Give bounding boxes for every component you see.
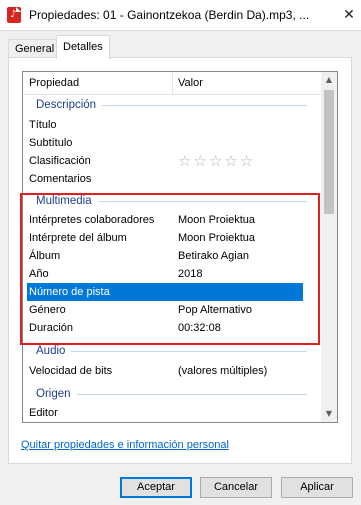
group-divider <box>36 394 307 395</box>
tab-general[interactable]: General <box>8 39 62 58</box>
property-value[interactable]: 00:32:08 <box>178 319 221 337</box>
list-item[interactable]: Intérpretes colaboradores Moon Proiektua <box>23 211 323 229</box>
list-item[interactable]: Álbum Betirako Agian <box>23 247 323 265</box>
property-name: Año <box>29 268 49 280</box>
list-item[interactable]: Intérprete del álbum Moon Proiektua <box>23 229 323 247</box>
list-item-selected[interactable]: Número de pista <box>27 283 303 301</box>
property-name: Título <box>29 119 57 131</box>
scroll-thumb[interactable] <box>324 90 334 214</box>
audio-file-icon: ♪ <box>7 7 21 23</box>
window-title: Propiedades: 01 - Gainontzekoa (Berdin D… <box>29 8 310 22</box>
property-value[interactable]: Betirako Agian <box>178 247 249 265</box>
property-value[interactable]: 2018 <box>178 265 202 283</box>
list-item[interactable]: Clasificación ☆☆☆☆☆ <box>23 152 323 170</box>
property-name: Velocidad de bits <box>29 365 113 377</box>
property-name: Intérprete del álbum <box>29 232 127 244</box>
property-name: Género <box>29 304 66 316</box>
rating-stars[interactable]: ☆☆☆☆☆ <box>178 152 255 170</box>
scroll-down-icon[interactable]: ▼ <box>321 406 337 422</box>
property-value[interactable]: (valores múltiples) <box>178 362 267 380</box>
property-name: Clasificación <box>29 155 91 167</box>
property-value[interactable]: Moon Proiektua <box>178 229 255 247</box>
property-name: Subtítulo <box>29 137 73 149</box>
cancelar-button[interactable]: Cancelar <box>200 477 272 498</box>
group-descripcion[interactable]: Descripción <box>23 96 323 114</box>
properties-list[interactable]: Propiedad Valor Descripción Título Subtí… <box>22 71 338 423</box>
group-label: Audio <box>36 342 72 360</box>
list-item[interactable]: Velocidad de bits (valores múltiples) <box>23 362 323 380</box>
group-multimedia[interactable]: Multimedia <box>23 192 323 210</box>
property-name: Número de pista <box>29 286 110 298</box>
list-item[interactable]: Subtítulo <box>23 134 323 152</box>
properties-window: ♪ Propiedades: 01 - Gainontzekoa (Berdin… <box>0 0 361 505</box>
property-value[interactable]: Pop Alternativo <box>178 301 252 319</box>
property-name: Editor <box>29 407 58 419</box>
tab-detalles[interactable]: Detalles <box>56 35 110 59</box>
list-item[interactable]: Editor <box>23 404 323 422</box>
list-item[interactable]: Género Pop Alternativo <box>23 301 323 319</box>
property-name: Álbum <box>29 250 61 262</box>
property-name: Comentarios <box>29 173 92 185</box>
title-bar[interactable]: ♪ Propiedades: 01 - Gainontzekoa (Berdin… <box>0 0 361 31</box>
group-divider <box>36 351 307 352</box>
group-origen[interactable]: Origen <box>23 385 323 403</box>
scroll-up-icon[interactable]: ▲ <box>321 72 337 88</box>
remove-properties-link[interactable]: Quitar propiedades e información persona… <box>21 439 229 451</box>
list-item[interactable]: Título <box>23 116 323 134</box>
list-item[interactable]: Comentarios <box>23 170 323 188</box>
list-item[interactable]: Año 2018 <box>23 265 323 283</box>
property-value[interactable]: Moon Proiektua <box>178 211 255 229</box>
group-label: Multimedia <box>36 192 98 210</box>
column-header-value[interactable]: Valor <box>178 77 203 89</box>
group-label: Descripción <box>36 96 103 114</box>
group-audio[interactable]: Audio <box>23 342 323 360</box>
aplicar-button[interactable]: Aplicar <box>281 477 353 498</box>
group-label: Origen <box>36 385 77 403</box>
list-item[interactable]: Duración 00:32:08 <box>23 319 323 337</box>
property-name: Duración <box>29 322 74 334</box>
property-name: Intérpretes colaboradores <box>29 214 155 226</box>
aceptar-button[interactable]: Aceptar <box>120 477 192 498</box>
close-button[interactable]: ✕ <box>337 0 361 30</box>
column-header-property[interactable]: Propiedad <box>29 77 79 89</box>
column-divider[interactable] <box>172 72 173 94</box>
vertical-scrollbar[interactable]: ▲ ▼ <box>321 72 337 422</box>
list-header: Propiedad Valor <box>23 72 323 95</box>
